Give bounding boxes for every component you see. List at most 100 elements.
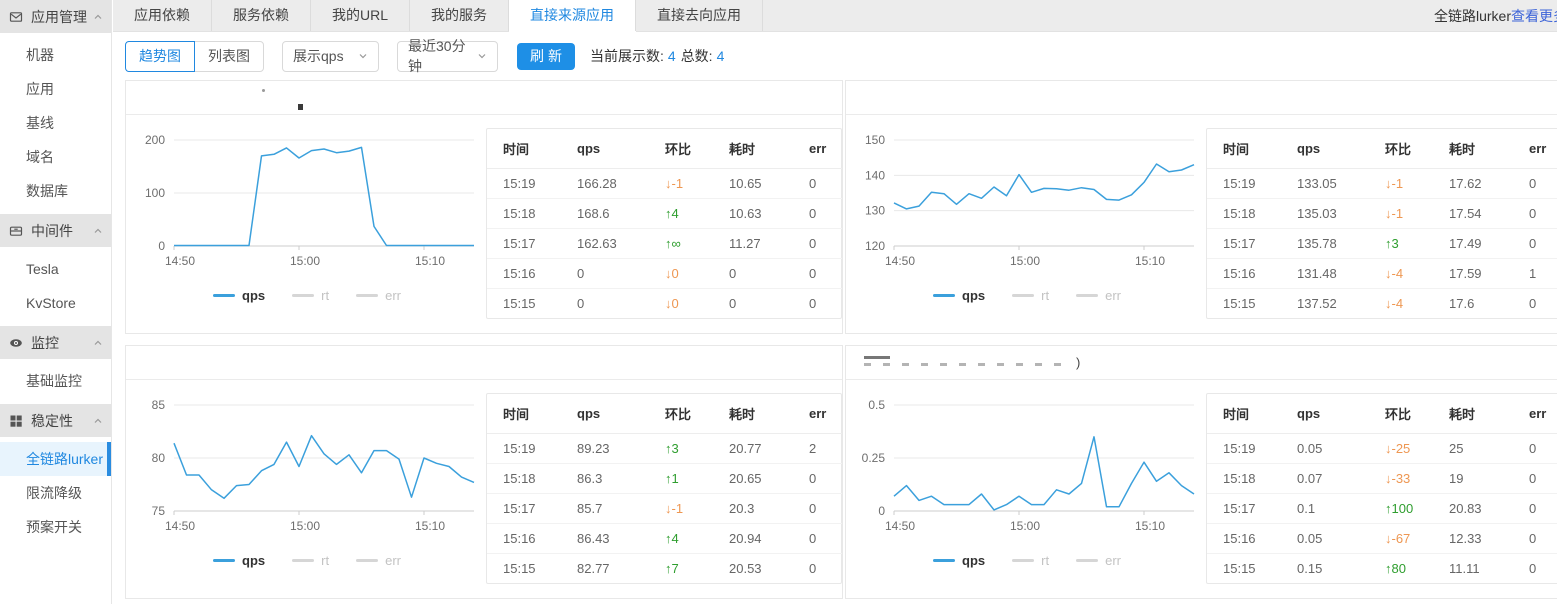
- tab-2[interactable]: 我的URL: [311, 0, 410, 31]
- cell-qps: 135.03: [1281, 199, 1369, 229]
- legend-line-swatch: [1012, 294, 1034, 297]
- sidebar-item[interactable]: 基础监控: [0, 364, 111, 398]
- legend-err[interactable]: err: [356, 553, 401, 568]
- cell-qps: 168.6: [561, 199, 649, 229]
- sidebar-group-2[interactable]: 监控: [0, 326, 111, 359]
- table-row: 15:1582.77↑720.530: [487, 554, 843, 584]
- legend-err[interactable]: err: [1076, 553, 1121, 568]
- cell-time: 15:18: [1207, 464, 1281, 494]
- table-row: 15:150.15↑8011.110: [1207, 554, 1557, 584]
- cell-cost: 17.54: [1433, 199, 1513, 229]
- mail-icon: [9, 10, 23, 24]
- cell-time: 15:16: [487, 524, 561, 554]
- table-header: err: [793, 129, 843, 169]
- svg-text:15:00: 15:00: [1010, 519, 1040, 533]
- legend-line-swatch: [213, 559, 235, 562]
- legend-rt[interactable]: rt: [1012, 553, 1049, 568]
- legend-rt[interactable]: rt: [1012, 288, 1049, 303]
- table-header: 环比: [649, 394, 713, 434]
- legend-line-swatch: [213, 294, 235, 297]
- list-view-button[interactable]: 列表图: [194, 41, 264, 72]
- svg-text:14:50: 14:50: [165, 519, 195, 533]
- cell-ring-ratio: ↑7: [649, 554, 713, 584]
- sidebar-group-0[interactable]: 应用管理: [0, 0, 111, 33]
- svg-text:80: 80: [152, 451, 166, 465]
- panels-grid: 010020014:5015:0015:10qpsrterr 时间qps环比耗时…: [125, 80, 1557, 599]
- tab-0[interactable]: 应用依赖: [113, 0, 212, 31]
- cell-err: 0: [793, 199, 843, 229]
- table-row: 15:180.07↓-33190: [1207, 464, 1557, 494]
- time-range-value: 最近30分钟: [408, 36, 477, 76]
- legend-rt[interactable]: rt: [292, 288, 329, 303]
- cell-err: 1: [1513, 259, 1557, 289]
- cell-time: 15:17: [1207, 494, 1281, 524]
- sidebar-item[interactable]: 域名: [0, 140, 111, 174]
- cell-qps: 137.52: [1281, 289, 1369, 319]
- sidebar-item[interactable]: 基线: [0, 106, 111, 140]
- cell-err: 0: [1513, 169, 1557, 199]
- sidebar-item[interactable]: 限流降级: [0, 476, 111, 510]
- legend-err[interactable]: err: [356, 288, 401, 303]
- sidebar-group-3[interactable]: 稳定性: [0, 404, 111, 437]
- panel-title: ): [846, 346, 1557, 380]
- cell-qps: 86.3: [561, 464, 649, 494]
- cell-ring-ratio: ↓-1: [1369, 169, 1433, 199]
- total-label: 总数:: [681, 48, 713, 64]
- legend-rt[interactable]: rt: [292, 553, 329, 568]
- view-more-link[interactable]: 查看更多: [1511, 6, 1557, 26]
- table-row: 15:18135.03↓-117.540: [1207, 199, 1557, 229]
- legend-qps[interactable]: qps: [213, 553, 265, 568]
- metric-select[interactable]: 展示qps: [282, 41, 379, 72]
- cell-err: 0: [1513, 524, 1557, 554]
- cell-qps: 85.7: [561, 494, 649, 524]
- table-header: err: [1513, 129, 1557, 169]
- time-range-select[interactable]: 最近30分钟: [397, 41, 498, 72]
- sidebar-item[interactable]: 机器: [0, 38, 111, 72]
- sidebar-item[interactable]: Tesla: [0, 252, 111, 286]
- tab-3[interactable]: 我的服务: [410, 0, 509, 31]
- sidebar-item[interactable]: 应用: [0, 72, 111, 106]
- legend-line-swatch: [933, 294, 955, 297]
- svg-text:15:10: 15:10: [1135, 254, 1165, 268]
- redacted-title-marks: [262, 89, 265, 92]
- middleware-icon: [9, 224, 23, 238]
- cell-cost: 0: [713, 289, 793, 319]
- cell-err: 0: [793, 524, 843, 554]
- refresh-button[interactable]: 刷新: [517, 43, 575, 70]
- table-row: 15:17162.63↑∞11.270: [487, 229, 843, 259]
- tab-4[interactable]: 直接来源应用: [509, 0, 636, 31]
- legend-qps[interactable]: qps: [933, 553, 985, 568]
- svg-text:140: 140: [865, 168, 885, 182]
- sidebar-item[interactable]: 全链路lurker: [0, 442, 111, 476]
- legend-line-swatch: [356, 559, 378, 562]
- table-row: 15:19166.28↓-110.650: [487, 169, 843, 199]
- legend-qps[interactable]: qps: [933, 288, 985, 303]
- cell-err: 0: [793, 554, 843, 584]
- qps-line-chart: 00.250.514:5015:0015:10qpsrterr: [846, 380, 1206, 598]
- cell-qps: 89.23: [561, 434, 649, 464]
- table-row: 15:16131.48↓-417.591: [1207, 259, 1557, 289]
- cell-time: 15:16: [1207, 524, 1281, 554]
- tab-list: 应用依赖服务依赖我的URL我的服务直接来源应用直接去向应用: [113, 0, 763, 31]
- chevron-down-icon: [358, 48, 368, 64]
- chart-legend: qps rt err: [128, 553, 486, 568]
- tab-1[interactable]: 服务依赖: [212, 0, 311, 31]
- table-header: 时间: [1207, 129, 1281, 169]
- trend-view-button[interactable]: 趋势图: [125, 41, 195, 72]
- cell-ring-ratio: ↓0: [649, 289, 713, 319]
- cell-cost: 11.11: [1433, 554, 1513, 584]
- cell-time: 15:17: [487, 494, 561, 524]
- sidebar-item[interactable]: KvStore: [0, 286, 111, 320]
- legend-qps[interactable]: qps: [213, 288, 265, 303]
- panel-body: 010020014:5015:0015:10qpsrterr 时间qps环比耗时…: [126, 115, 842, 333]
- legend-err[interactable]: err: [1076, 288, 1121, 303]
- eye-icon: [9, 336, 23, 350]
- cell-qps: 131.48: [1281, 259, 1369, 289]
- cell-err: 2: [793, 434, 843, 464]
- cell-time: 15:15: [1207, 289, 1281, 319]
- sidebar-item[interactable]: 预案开关: [0, 510, 111, 544]
- table-header: qps: [1281, 129, 1369, 169]
- tab-5[interactable]: 直接去向应用: [636, 0, 763, 31]
- sidebar-group-1[interactable]: 中间件: [0, 214, 111, 247]
- sidebar-item[interactable]: 数据库: [0, 174, 111, 208]
